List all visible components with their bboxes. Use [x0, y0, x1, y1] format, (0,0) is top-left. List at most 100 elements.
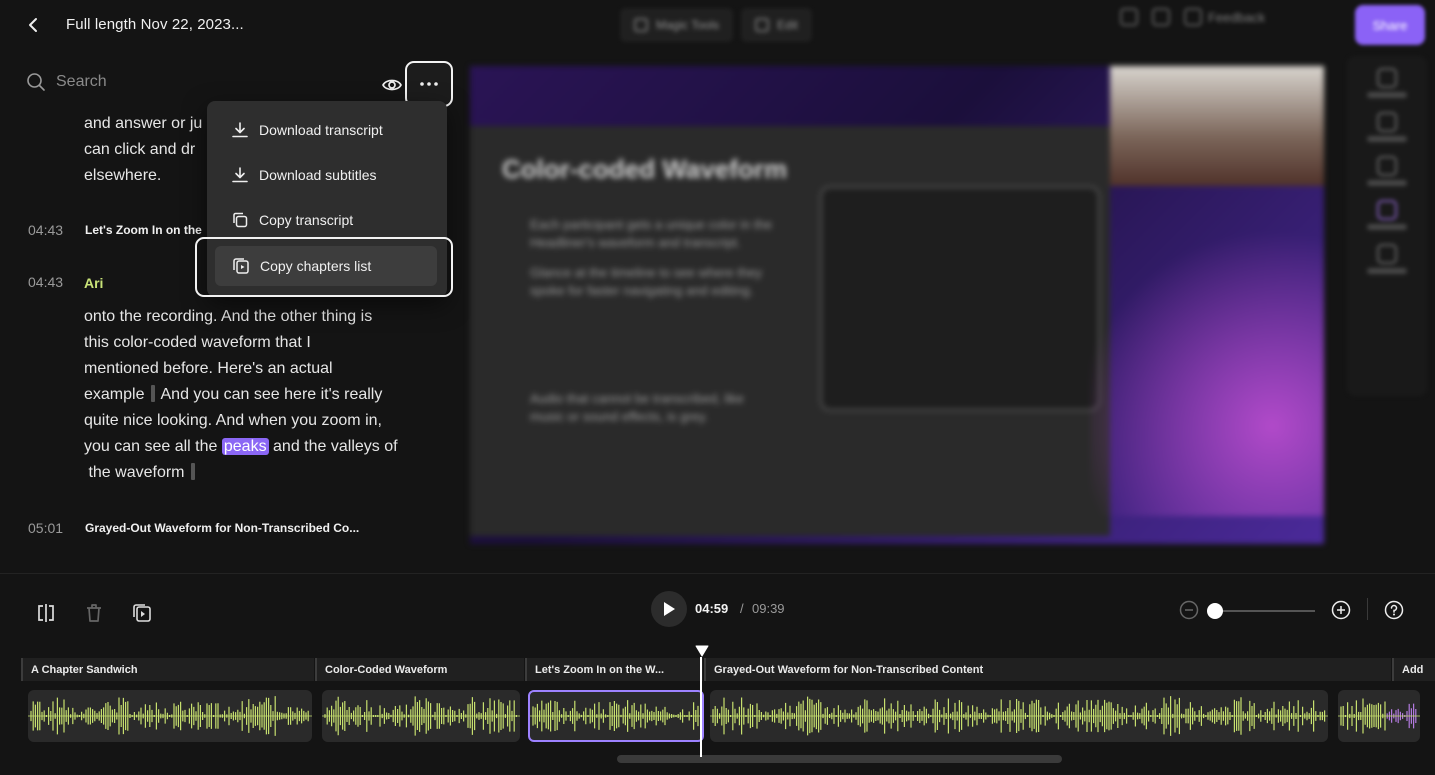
divider [1367, 598, 1368, 620]
help-button[interactable] [1384, 600, 1408, 624]
zoom-in-button[interactable] [1331, 600, 1355, 624]
background-glow [1090, 216, 1324, 516]
toolbar-center: Magic Tools Edit [620, 8, 812, 42]
menu-item-copy-chapters-list[interactable]: Copy chapters list [195, 237, 453, 297]
transcript-line: the waveform [84, 460, 434, 486]
transcript-line: mentioned before. Here's an actual [84, 360, 333, 377]
edit-button[interactable]: Edit [741, 8, 812, 42]
menu-item-label: Copy chapters list [260, 258, 372, 274]
document-title[interactable]: Full length Nov 22, 2023... [66, 16, 244, 33]
video-preview[interactable]: Color-coded Waveform Each participant ge… [470, 66, 1324, 544]
rail-item-tracks[interactable] [1347, 68, 1427, 98]
waveform-clip[interactable] [322, 690, 520, 742]
menu-item-download-transcript[interactable]: Download transcript [207, 110, 447, 150]
redo-icon[interactable] [1152, 8, 1170, 26]
slide-screenshot [820, 186, 1100, 411]
chapter-title[interactable]: Grayed-Out Waveform for Non-Transcribed … [85, 521, 359, 535]
rail-label [1367, 268, 1407, 274]
slide-title: Color-coded Waveform [502, 154, 788, 184]
search-icon [27, 73, 45, 91]
rail-label [1367, 180, 1407, 186]
transcript-word-group: and the valleys of [273, 438, 398, 455]
back-button[interactable] [22, 14, 44, 36]
rail-item-logo[interactable] [1347, 244, 1427, 274]
edit-icon [755, 18, 770, 32]
toolbar-right: Feedback [1120, 8, 1265, 26]
waveform-clip[interactable] [710, 690, 1328, 742]
zoom-slider-handle[interactable] [1207, 603, 1223, 619]
speaker-timestamp[interactable]: 04:43 [28, 274, 63, 290]
chapter-marker[interactable]: Add [1392, 658, 1435, 681]
download-icon [232, 122, 248, 138]
background-icon [1377, 200, 1397, 220]
speaker-name[interactable]: Ari [84, 275, 103, 291]
rail-item-layout[interactable] [1347, 112, 1427, 142]
rail-label [1367, 136, 1407, 142]
timeline-scrollbar[interactable] [617, 755, 1062, 763]
transcript-word-group: example [84, 386, 145, 403]
transcript-paragraph[interactable]: onto the recording. And the other thing … [84, 304, 434, 486]
help-icon [1384, 600, 1404, 620]
waveform-clip-selected[interactable] [528, 690, 704, 742]
waveform-clip[interactable] [1338, 690, 1420, 742]
rail-item-captions[interactable] [1347, 156, 1427, 186]
feedback-label: Feedback [1208, 9, 1266, 25]
captions-icon [1377, 156, 1397, 176]
menu-item-label: Download transcript [259, 122, 383, 138]
playhead-handle[interactable] [695, 645, 709, 657]
rail-label [1367, 224, 1407, 230]
add-chapter-button[interactable] [130, 601, 154, 625]
playhead[interactable] [700, 657, 702, 757]
menu-item-label: Download subtitles [259, 167, 377, 183]
search-bar [26, 72, 356, 92]
transcript-line: you can see all the peaks and the valley… [84, 434, 434, 460]
rail-item-background[interactable] [1347, 200, 1427, 230]
ellipsis-icon [420, 82, 438, 86]
slide-bullet: Glance at the timeline to see where they… [530, 265, 762, 298]
current-time: 04:59 [695, 601, 729, 616]
visibility-toggle[interactable] [381, 74, 405, 96]
time-separator: / [740, 601, 744, 616]
current-word-highlight[interactable]: peaks [221, 438, 269, 455]
zoom-slider-track[interactable] [1210, 610, 1315, 612]
share-button[interactable]: Share [1355, 5, 1425, 45]
cut-marker[interactable] [150, 385, 155, 402]
layout-icon [1377, 112, 1397, 132]
slide-bullets: Each participant gets a unique color in … [530, 216, 780, 426]
chapter-timestamp[interactable]: 04:43 [28, 222, 63, 238]
zoom-out-icon [1179, 600, 1199, 620]
feedback-button[interactable]: Feedback [1184, 8, 1265, 26]
delete-button[interactable] [82, 601, 106, 625]
zoom-in-icon [1331, 600, 1351, 620]
trash-icon [87, 604, 101, 622]
search-input[interactable] [56, 73, 356, 91]
eye-icon [382, 79, 402, 91]
menu-item-hover-bg: Copy chapters list [215, 246, 437, 286]
transcript-word-group: And you can see here it's really [160, 386, 383, 403]
play-button[interactable] [651, 591, 687, 627]
menu-item-download-subtitles[interactable]: Download subtitles [207, 155, 447, 195]
tracks-icon [1377, 68, 1397, 88]
menu-item-copy-transcript[interactable]: Copy transcript [207, 200, 447, 240]
webcam-overlay[interactable] [1110, 66, 1324, 186]
cut-marker[interactable] [190, 463, 195, 480]
transcript-line: this color-coded waveform that I [84, 334, 311, 351]
top-bar: Full length Nov 22, 2023... Magic Tools … [0, 0, 1435, 50]
chapter-timestamp[interactable]: 05:01 [28, 520, 63, 536]
logo-icon [1377, 244, 1397, 264]
magic-tools-button[interactable]: Magic Tools [620, 8, 734, 42]
transcript-line: quite nice looking. And when you zoom in… [84, 412, 382, 429]
chapter-marker[interactable]: Grayed-Out Waveform for Non-Transcribed … [704, 658, 1391, 681]
split-button[interactable] [34, 601, 58, 625]
chapter-marker[interactable]: Color-Coded Waveform [315, 658, 524, 681]
split-icon [38, 604, 54, 622]
waveform-clip[interactable] [28, 690, 312, 742]
copy-icon [233, 212, 248, 228]
chapter-marker[interactable]: A Chapter Sandwich [21, 658, 314, 681]
zoom-out-button[interactable] [1179, 600, 1203, 624]
transcript-line: onto the recording. And the other thing … [84, 308, 373, 325]
chapter-marker[interactable]: Let's Zoom In on the W... [525, 658, 703, 681]
chapter-title[interactable]: Let's Zoom In on the [85, 223, 202, 237]
undo-icon[interactable] [1120, 8, 1138, 26]
timeline[interactable]: A Chapter Sandwich Color-Coded Waveform … [0, 645, 1435, 775]
